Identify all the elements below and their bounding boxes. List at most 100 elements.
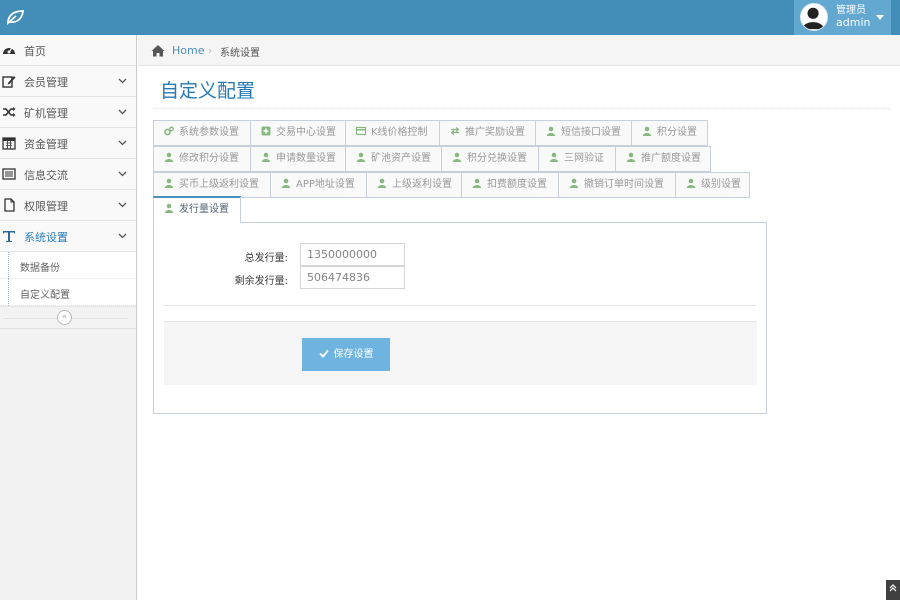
tab-kline-control[interactable]: K线价格控制 — [345, 120, 440, 146]
calendar-icon — [2, 137, 16, 150]
cogs-icon — [164, 126, 174, 136]
edit-icon — [2, 76, 16, 88]
page-title: 自定义配置 — [160, 80, 256, 102]
submenu-item-label: 数据备份 — [20, 263, 60, 274]
sidebar-item-label: 系统设置 — [24, 231, 68, 244]
tab-label: 修改积分设置 — [179, 153, 239, 164]
user-role: 管理员 — [836, 5, 866, 16]
remaining-issuance-input[interactable] — [300, 266, 405, 289]
tab-cancel-order-time[interactable]: 撤销订单时间设置 — [558, 172, 676, 198]
user-icon — [261, 152, 271, 162]
tab-fee-quota[interactable]: 扣费额度设置 — [461, 172, 559, 198]
user-icon — [356, 152, 366, 162]
sidebar-item-home[interactable]: 首页 — [0, 35, 136, 66]
list-icon — [2, 168, 16, 180]
chevron-down-icon — [118, 171, 127, 177]
tab-promo-quota[interactable]: 推广额度设置 — [615, 146, 711, 172]
tab-label: 发行量设置 — [179, 204, 229, 215]
breadcrumb-current: 系统设置 — [220, 48, 260, 59]
tab-label: 上级返利设置 — [392, 179, 452, 190]
tab-three-network-verify[interactable]: 三网验证 — [538, 146, 616, 172]
tab-label: 扣费额度设置 — [487, 179, 547, 190]
exchange-icon — [450, 127, 460, 135]
tab-label: 交易中心设置 — [276, 127, 336, 138]
submenu-item-backup[interactable]: 数据备份 — [0, 252, 136, 279]
sidebar: 首页 会员管理 矿机管理 资金管理 信息交流 权限管理 系统设置 数据备份 自定… — [0, 35, 137, 600]
sidebar-item-members[interactable]: 会员管理 — [0, 66, 136, 97]
tab-label: 申请数量设置 — [276, 153, 336, 164]
tab-issuance[interactable]: 发行量设置 — [153, 196, 241, 223]
sidebar-item-funds[interactable]: 资金管理 — [0, 128, 136, 159]
page-divider — [153, 108, 891, 109]
tab-label: 买币上级返利设置 — [179, 179, 259, 190]
tab-label: 积分兑换设置 — [467, 153, 527, 164]
submenu-system-settings: 数据备份 自定义配置 — [0, 252, 136, 307]
sidebar-item-permissions[interactable]: 权限管理 — [0, 190, 136, 221]
tab-points-exchange[interactable]: 积分兑换设置 — [441, 146, 539, 172]
tab-label: 推广奖励设置 — [465, 127, 525, 138]
tab-level[interactable]: 级别设置 — [675, 172, 750, 198]
total-issuance-label: 总发行量: — [244, 253, 288, 264]
user-icon — [472, 178, 482, 188]
chevron-down-icon — [118, 202, 127, 208]
chevron-right-icon: › — [208, 44, 213, 57]
tab-apply-quantity[interactable]: 申请数量设置 — [250, 146, 346, 172]
breadcrumb-home-link[interactable]: Home — [172, 44, 204, 57]
tree-line — [8, 279, 9, 306]
tab-buy-rebate[interactable]: 买币上级返利设置 — [153, 172, 271, 198]
submenu-item-custom-config[interactable]: 自定义配置 — [0, 279, 136, 306]
double-chevron-up-icon — [889, 584, 897, 592]
double-chevron-left-icon[interactable]: « — [57, 310, 72, 325]
user-name: admin — [836, 16, 871, 29]
user-icon — [626, 152, 636, 162]
tab-label: 积分设置 — [657, 127, 697, 138]
chevron-down-icon — [118, 78, 127, 84]
dashboard-icon — [3, 47, 15, 54]
tab-pool-assets[interactable]: 矿池资产设置 — [345, 146, 442, 172]
tab-promo-rewards[interactable]: 推广奖励设置 — [439, 120, 536, 146]
sidebar-item-label: 信息交流 — [24, 169, 68, 182]
tab-trading-center[interactable]: 交易中心设置 — [250, 120, 346, 146]
sidebar-item-miners[interactable]: 矿机管理 — [0, 97, 136, 128]
chevron-down-icon — [118, 233, 127, 239]
tab-modify-points[interactable]: 修改积分设置 — [153, 146, 251, 172]
breadcrumb: Home › 系统设置 — [138, 35, 900, 66]
tab-system-params[interactable]: 系统参数设置 — [153, 120, 251, 146]
tab-upline-rebate[interactable]: 上级返利设置 — [366, 172, 462, 198]
file-icon — [4, 198, 15, 212]
sidebar-item-label: 权限管理 — [24, 200, 68, 213]
sidebar-item-system-settings[interactable]: 系统设置 — [0, 221, 136, 252]
leaf-icon[interactable] — [6, 9, 24, 25]
user-icon — [549, 152, 559, 162]
remaining-issuance-label: 剩余发行量: — [234, 276, 288, 287]
plus-square-icon — [261, 126, 271, 136]
credit-card-icon — [356, 126, 366, 136]
user-icon — [452, 152, 462, 162]
save-button[interactable]: 保存设置 — [302, 338, 390, 371]
user-icon — [281, 178, 291, 188]
chevron-down-icon — [118, 109, 127, 115]
text-icon — [3, 231, 15, 242]
sidebar-item-label: 会员管理 — [24, 76, 68, 89]
tab-label: APP地址设置 — [296, 179, 355, 190]
scroll-to-top-button[interactable] — [886, 580, 900, 600]
tab-app-url[interactable]: APP地址设置 — [270, 172, 367, 198]
check-icon — [318, 349, 329, 358]
tab-label: 级别设置 — [701, 179, 741, 190]
chevron-down-icon — [118, 140, 127, 146]
sidebar-collapse-bar: « — [0, 307, 136, 329]
user-menu[interactable]: 管理员 admin — [794, 0, 891, 35]
tab-label: 矿池资产设置 — [371, 153, 431, 164]
sidebar-item-messages[interactable]: 信息交流 — [0, 159, 136, 190]
total-issuance-input[interactable] — [300, 243, 405, 266]
tab-points[interactable]: 积分设置 — [631, 120, 708, 146]
home-icon — [151, 45, 165, 57]
sidebar-item-label: 资金管理 — [24, 138, 68, 151]
tab-label: K线价格控制 — [371, 127, 428, 138]
tab-sms-api[interactable]: 短信接口设置 — [535, 120, 632, 146]
user-icon — [569, 178, 579, 188]
user-icon — [164, 152, 174, 162]
tab-label: 系统参数设置 — [179, 127, 239, 138]
top-navbar: 管理员 admin — [0, 0, 900, 35]
user-icon — [546, 126, 556, 136]
